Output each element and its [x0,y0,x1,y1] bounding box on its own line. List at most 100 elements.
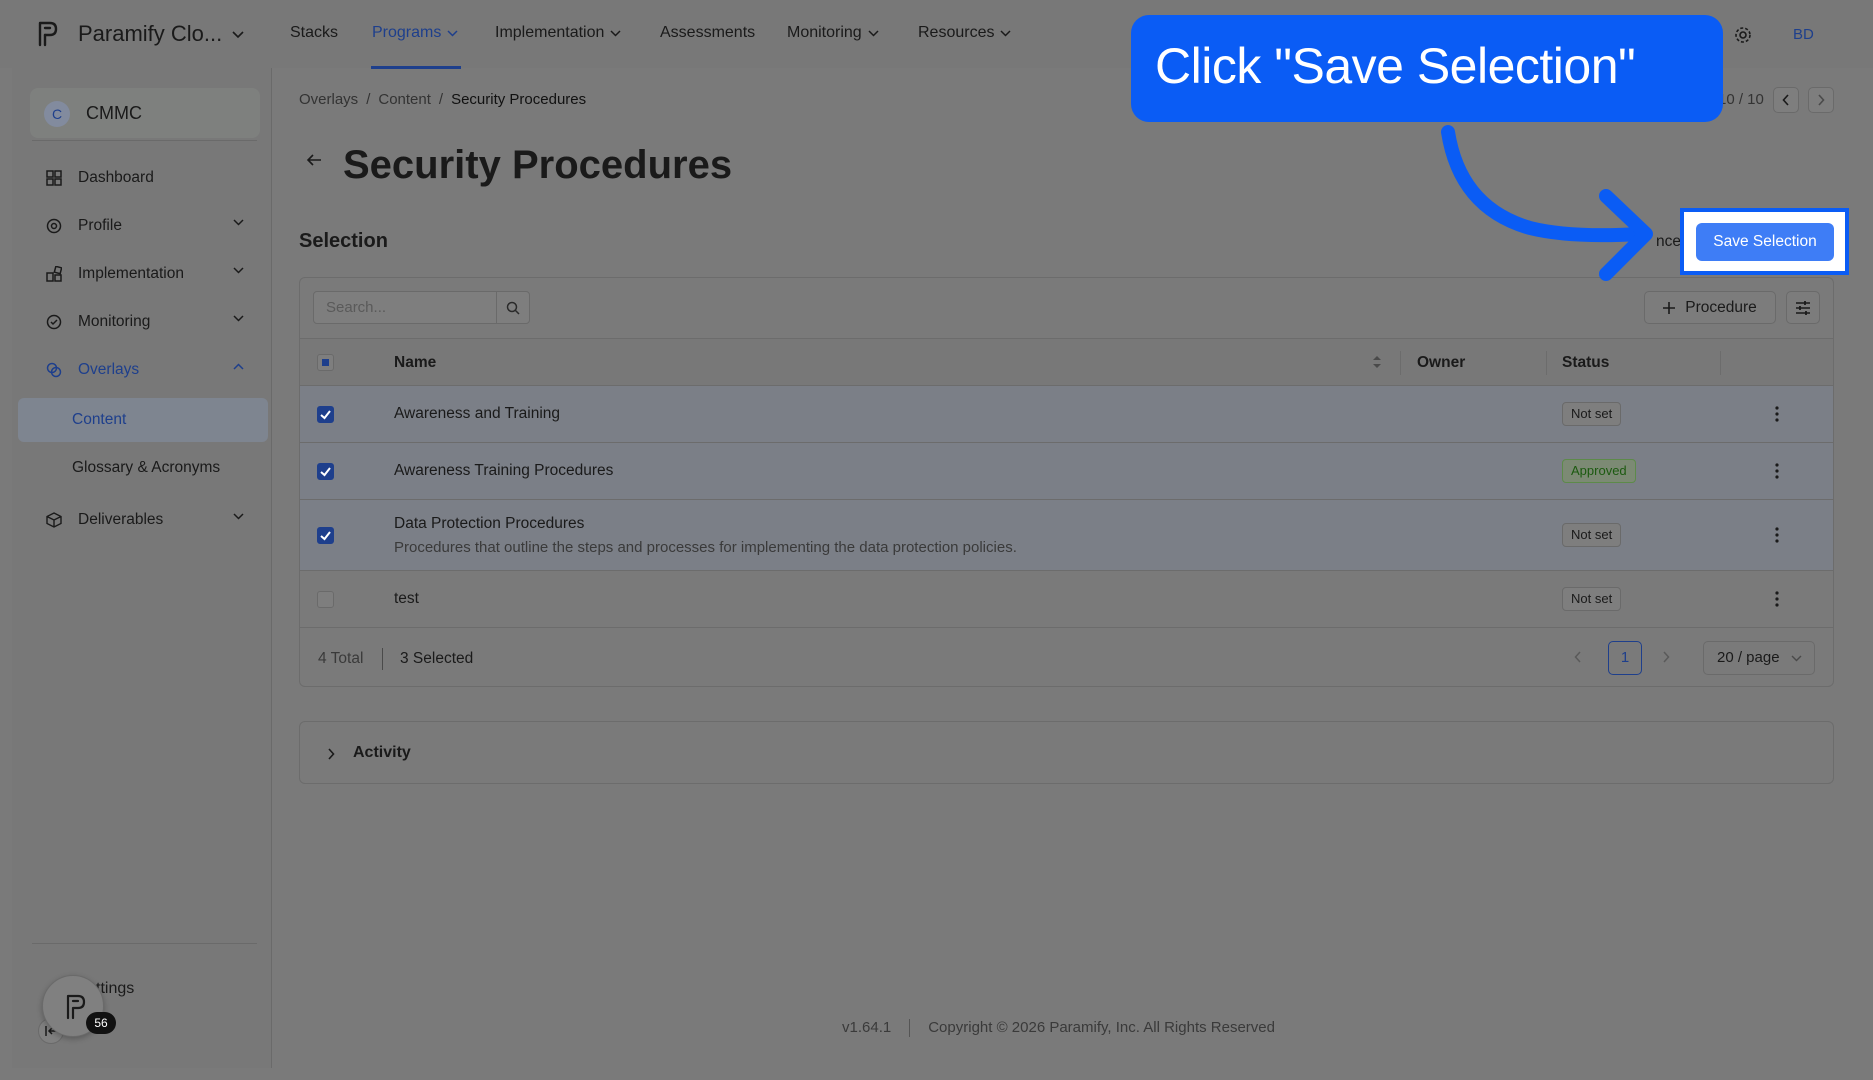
more-options-icon[interactable] [1775,527,1779,548]
page-footer: v1.64.1 Copyright © 2026 Paramify, Inc. … [842,1019,1275,1037]
profile-icon [44,216,64,236]
section-title: Selection [299,230,388,252]
back-arrow-icon[interactable] [306,153,322,172]
total-count: 4 Total [318,650,364,667]
page-size-select[interactable]: 20 / page [1703,641,1815,675]
nav-programs[interactable]: Programs [372,24,458,42]
row-name[interactable]: Awareness Training Procedures [394,462,613,480]
column-header-name[interactable]: Name [394,354,436,372]
column-header-status[interactable]: Status [1562,354,1609,372]
activity-panel[interactable]: Activity [299,721,1834,784]
row-description: Procedures that outline the steps and pr… [394,539,1017,556]
chevron-left-icon[interactable] [1574,650,1582,668]
nav-assessments[interactable]: Assessments [660,24,755,42]
column-divider [1400,351,1401,375]
nav-monitoring[interactable]: Monitoring [787,24,879,42]
more-options-icon[interactable] [1775,591,1779,612]
chevron-right-icon [1818,94,1825,106]
row-name[interactable]: Awareness and Training [394,405,560,423]
sidebar-item-implementation[interactable]: Implementation [32,252,262,296]
breadcrumb-current: Security Procedures [451,91,587,108]
sidebar-item-dashboard[interactable]: Dashboard [32,156,262,200]
app-name[interactable]: Paramify Clo... [78,21,222,47]
breadcrumb: Overlays / Content / Security Procedures [299,91,587,108]
select-all-checkbox[interactable] [317,354,334,371]
breadcrumb-overlays[interactable]: Overlays [299,91,358,108]
paramify-logo-icon[interactable] [36,20,60,48]
search-input[interactable]: Search... [313,291,497,324]
previous-record-button[interactable] [1773,87,1799,113]
row-name[interactable]: test [394,590,419,608]
nav-implementation[interactable]: Implementation [495,24,621,42]
monitoring-icon [44,312,64,332]
chevron-down-icon [233,219,244,226]
add-procedure-button[interactable]: Procedure [1644,291,1776,324]
dashboard-icon [44,168,64,188]
save-selection-button[interactable]: Save Selection [1696,223,1834,261]
chevron-down-icon [1000,29,1012,37]
chevron-down-icon [233,267,244,274]
row-checkbox[interactable] [317,463,334,480]
chevron-right-icon[interactable] [1662,650,1670,668]
table-header: Name Owner Status [300,338,1833,386]
chevron-down-icon [610,29,621,37]
row-checkbox[interactable] [317,591,334,608]
chevron-up-icon [233,363,244,370]
sidebar-item-glossary[interactable]: Glossary & Acronyms [18,446,268,490]
deliverables-icon [44,510,64,530]
row-name[interactable]: Data Protection Procedures [394,515,584,533]
search-icon [506,301,520,315]
chevron-right-icon [327,747,335,765]
table-row[interactable]: test Not set [300,571,1833,628]
nav-resources[interactable]: Resources [918,24,1012,42]
sidebar-item-content[interactable]: Content [18,398,268,442]
row-checkbox[interactable] [317,527,334,544]
sort-icon[interactable] [1372,354,1382,375]
search-button[interactable] [496,291,530,324]
more-options-icon[interactable] [1775,406,1779,427]
more-options-icon[interactable] [1775,463,1779,484]
selected-count: 3 Selected [400,650,474,667]
page-number-button[interactable]: 1 [1608,641,1642,675]
status-badge: Not set [1562,523,1622,547]
next-record-button[interactable] [1808,87,1834,113]
activity-label: Activity [353,744,411,761]
sidebar-divider [32,943,257,944]
copyright-label: Copyright © 2026 Paramify, Inc. All Righ… [928,1019,1275,1036]
column-settings-button[interactable] [1786,291,1820,324]
page-title: Security Procedures [343,143,733,187]
program-name: CMMC [86,103,142,123]
table-row[interactable]: Awareness Training Procedures Approved [300,443,1833,500]
gear-icon[interactable] [1734,26,1752,49]
chevron-left-icon [1782,94,1789,106]
status-badge: Not set [1562,587,1622,611]
sidebar-item-monitoring[interactable]: Monitoring [32,300,262,344]
status-badge: Approved [1562,459,1636,483]
program-badge: C [44,101,70,127]
table-row[interactable]: Awareness and Training Not set [300,386,1833,443]
active-nav-indicator [371,66,461,69]
plus-icon [1663,301,1676,314]
table-row[interactable]: Data Protection Procedures Procedures th… [300,500,1833,571]
chevron-down-icon [233,315,244,322]
chevron-down-icon[interactable] [232,26,244,44]
chevron-down-icon [447,29,458,37]
sidebar: C CMMC Dashboard Profile Implementation … [12,68,272,1068]
chevron-down-icon [868,29,879,37]
sidebar-item-profile[interactable]: Profile [32,204,262,248]
sidebar-divider [32,140,257,141]
breadcrumb-content[interactable]: Content [378,91,431,108]
sidebar-item-overlays[interactable]: Overlays [32,348,262,392]
implementation-icon [44,264,64,284]
row-checkbox[interactable] [317,406,334,423]
nav-stacks[interactable]: Stacks [290,24,338,42]
sliders-icon [1796,300,1810,315]
version-label: v1.64.1 [842,1019,892,1036]
program-switcher[interactable]: C CMMC [30,88,260,138]
column-header-owner[interactable]: Owner [1417,354,1465,372]
sidebar-item-deliverables[interactable]: Deliverables [32,498,262,542]
chevron-down-icon [1791,655,1802,662]
user-avatar[interactable]: BD [1793,26,1814,43]
column-divider [1720,351,1721,375]
tutorial-callout: Click "Save Selection" [1131,15,1723,122]
